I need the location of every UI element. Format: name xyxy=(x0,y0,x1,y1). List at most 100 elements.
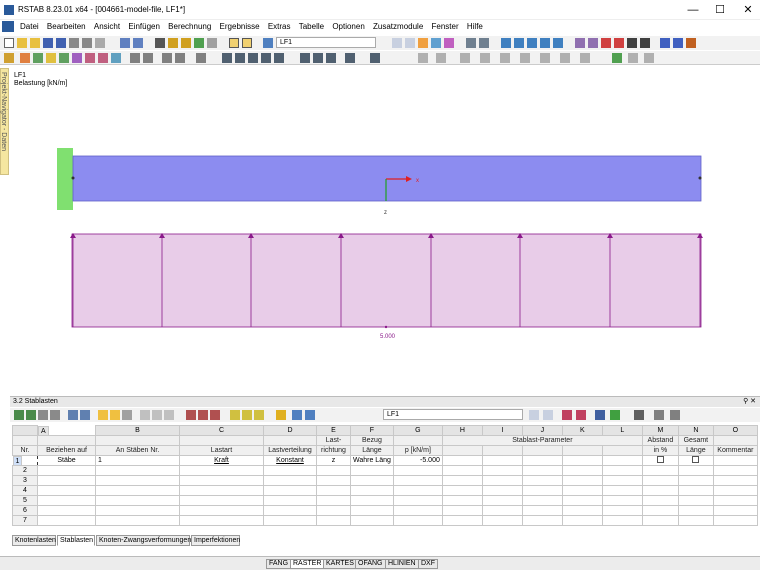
cell[interactable] xyxy=(601,485,643,496)
cell[interactable] xyxy=(712,505,758,516)
load-data-icon[interactable] xyxy=(181,38,191,48)
zoom-all-icon[interactable] xyxy=(527,38,537,48)
row-number[interactable]: 7 xyxy=(12,515,38,526)
cell[interactable] xyxy=(521,485,563,496)
formula-icon[interactable] xyxy=(654,410,664,420)
table-insert-row-icon[interactable] xyxy=(140,410,150,420)
support[interactable] xyxy=(57,148,73,210)
cell-param[interactable] xyxy=(481,455,523,466)
cell[interactable] xyxy=(561,475,603,486)
view-iso-icon[interactable] xyxy=(261,53,271,63)
status-fang[interactable]: FANG xyxy=(266,559,292,569)
copy-icon[interactable] xyxy=(143,53,153,63)
cell[interactable] xyxy=(481,495,523,506)
table-last-icon[interactable] xyxy=(576,410,586,420)
table-copy-icon[interactable] xyxy=(26,410,36,420)
cell-param[interactable] xyxy=(441,455,483,466)
tab-stablasten[interactable]: Stablasten xyxy=(57,535,95,546)
grid-settings-icon[interactable] xyxy=(644,53,654,63)
comment-icon[interactable] xyxy=(436,53,446,63)
material-icon[interactable] xyxy=(72,53,82,63)
cell[interactable] xyxy=(677,515,714,526)
results-icon[interactable] xyxy=(194,38,204,48)
col-letter[interactable]: L xyxy=(601,425,643,436)
cell[interactable] xyxy=(521,505,563,516)
cell[interactable] xyxy=(316,465,351,476)
cell[interactable] xyxy=(677,495,714,506)
table-delete-row-icon[interactable] xyxy=(152,410,162,420)
save-icon[interactable] xyxy=(43,38,53,48)
cell[interactable] xyxy=(481,465,523,476)
table-sort-icon[interactable] xyxy=(80,410,90,420)
layer-icon[interactable] xyxy=(628,53,638,63)
distributed-load[interactable] xyxy=(71,233,702,328)
rotate-icon[interactable] xyxy=(540,38,550,48)
cell[interactable] xyxy=(521,515,563,526)
snap-icon[interactable] xyxy=(575,38,585,48)
cell-param[interactable] xyxy=(521,455,563,466)
cell[interactable] xyxy=(95,495,180,506)
cell[interactable] xyxy=(263,465,317,476)
cell[interactable] xyxy=(677,475,714,486)
cell[interactable] xyxy=(179,515,264,526)
window-icon[interactable] xyxy=(660,38,670,48)
menu-einfuegen[interactable]: Einfügen xyxy=(125,20,163,34)
cell[interactable] xyxy=(712,515,758,526)
col-letter[interactable]: M xyxy=(641,425,679,436)
node-icon[interactable] xyxy=(4,53,14,63)
menu-ansicht[interactable]: Ansicht xyxy=(91,20,123,34)
cell[interactable] xyxy=(95,475,180,486)
cell[interactable] xyxy=(350,475,394,486)
cell[interactable] xyxy=(179,485,264,496)
member-load-icon[interactable] xyxy=(85,53,95,63)
warning-icon[interactable] xyxy=(601,38,611,48)
cell-gesamt-checkbox[interactable] xyxy=(677,455,714,466)
table-next-icon[interactable] xyxy=(543,410,553,420)
coordinate-icon[interactable] xyxy=(520,53,530,63)
mirror-icon[interactable] xyxy=(162,53,172,63)
cell[interactable] xyxy=(481,515,523,526)
cell-p-value[interactable]: -5.000 xyxy=(392,455,443,466)
table-import-icon[interactable] xyxy=(50,410,60,420)
section-view-icon[interactable] xyxy=(345,53,355,63)
table-view-icon[interactable] xyxy=(230,410,240,420)
cell[interactable] xyxy=(641,465,679,476)
cell[interactable] xyxy=(316,515,351,526)
col-letter[interactable]: C xyxy=(179,425,264,436)
menu-tabelle[interactable]: Tabelle xyxy=(296,20,327,34)
properties-icon[interactable] xyxy=(95,38,105,48)
col-letter[interactable]: J xyxy=(521,425,563,436)
minimize-button[interactable]: — xyxy=(682,3,704,17)
cell[interactable] xyxy=(316,475,351,486)
end-node[interactable] xyxy=(698,176,702,180)
cell[interactable] xyxy=(95,515,180,526)
cell[interactable] xyxy=(601,465,643,476)
connect-icon[interactable] xyxy=(196,53,206,63)
cell[interactable] xyxy=(316,505,351,516)
cell-abstand-checkbox[interactable] xyxy=(641,455,679,466)
tab-knotenlasten[interactable]: Knotenlasten xyxy=(12,535,56,546)
cell-param[interactable] xyxy=(601,455,643,466)
cell[interactable] xyxy=(37,465,96,476)
cell[interactable] xyxy=(521,475,563,486)
support-icon[interactable] xyxy=(33,53,43,63)
check-icon[interactable] xyxy=(627,38,637,48)
delete-icon[interactable] xyxy=(614,38,624,48)
hinge-icon[interactable] xyxy=(46,53,56,63)
col-letter[interactable]: N xyxy=(677,425,714,436)
row-number[interactable]: 1 xyxy=(12,456,23,466)
cell[interactable] xyxy=(392,505,443,516)
table-prev-icon[interactable] xyxy=(529,410,539,420)
show-results-icon[interactable] xyxy=(418,38,428,48)
cell[interactable] xyxy=(441,465,483,476)
section-icon[interactable] xyxy=(59,53,69,63)
cell[interactable] xyxy=(350,465,394,476)
cell[interactable] xyxy=(601,475,643,486)
tab-knoten-zwangsverformungen[interactable]: Knoten-Zwangsverformungen xyxy=(96,535,191,546)
axis-z-icon[interactable] xyxy=(326,53,336,63)
cell[interactable] xyxy=(712,485,758,496)
selection-icon[interactable] xyxy=(580,53,590,63)
col-letter[interactable]: H xyxy=(441,425,483,436)
view-3d-icon[interactable] xyxy=(274,53,284,63)
previous-loadcase-icon[interactable] xyxy=(392,38,402,48)
